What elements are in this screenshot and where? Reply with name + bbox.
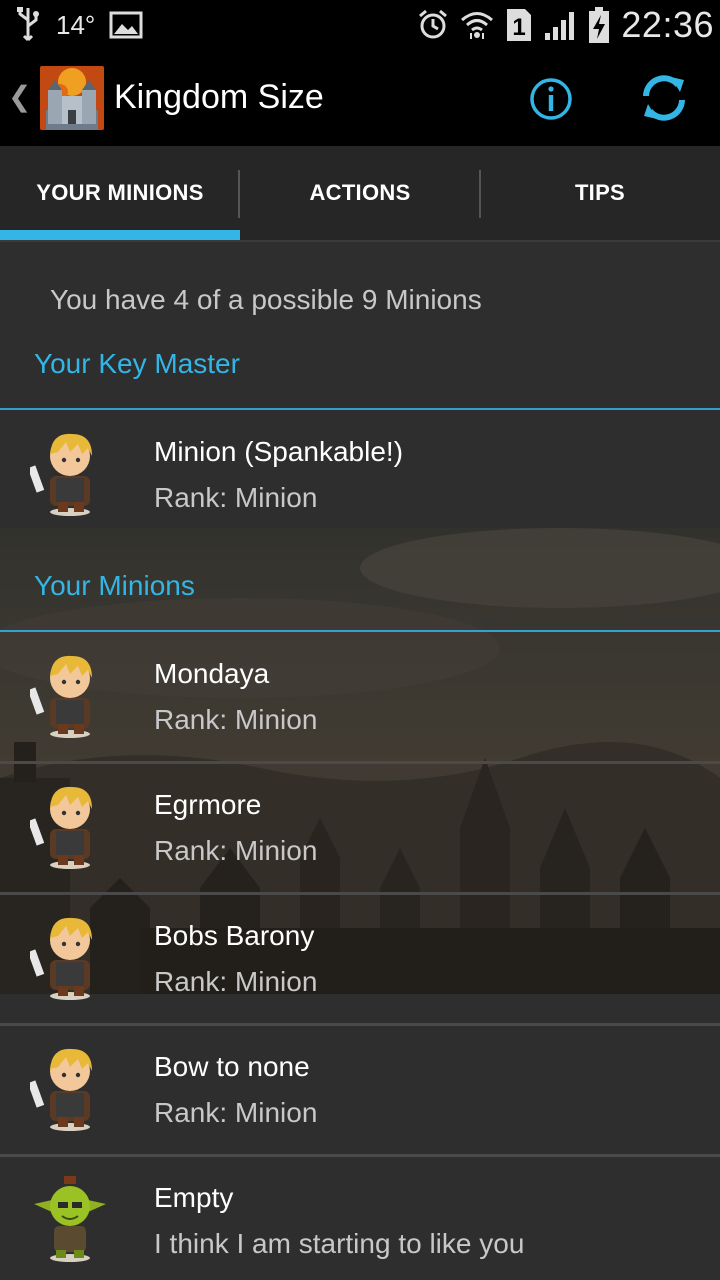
knight-avatar [30,655,92,738]
knight-avatar [30,1048,92,1131]
minion-count-summary: You have 4 of a possible 9 Minions [50,284,482,315]
minion-name: Bobs Barony [154,920,315,951]
tab-bar: YOUR MINIONS ACTIONS TIPS [0,146,720,242]
minion-name: Minion (Spankable!) [154,436,404,467]
section-header-minions: Your Minions [34,570,195,601]
tab-tips[interactable]: TIPS [480,146,720,240]
list-item[interactable]: Mondaya Rank: Minion [0,632,720,762]
minions-list[interactable]: You have 4 of a possible 9 Minions Your … [0,242,720,1280]
info-button[interactable] [528,76,574,126]
section-header-key-master: Your Key Master [34,348,240,379]
knight-avatar [30,433,92,516]
app-title: Kingdom Size [114,78,324,116]
minion-name: Egrmore [154,789,262,820]
clock: 22:36 [621,4,714,45]
knight-avatar [30,917,92,1000]
tab-actions[interactable]: ACTIONS [240,146,480,240]
refresh-button[interactable] [638,72,690,128]
image-icon [109,11,143,39]
status-bar: 14° 1 22:36 [0,0,720,50]
minion-name: Empty [154,1182,234,1213]
list-item[interactable]: Minion (Spankable!) Rank: Minion [0,410,720,540]
sim-number: 1 [513,14,526,41]
minion-rank: Rank: Minion [154,966,318,997]
minion-rank: Rank: Minion [154,1097,318,1128]
alarm-icon [417,9,449,41]
list-item[interactable]: Empty I think I am starting to like you [0,1156,720,1280]
knight-avatar [30,786,92,869]
tab-your-minions[interactable]: YOUR MINIONS [0,146,240,240]
action-bar: ❮ Kingdom Size [0,50,720,146]
usb-icon [14,6,42,44]
temperature-text: 14° [56,9,96,40]
tab-divider [238,170,240,218]
minion-name: Bow to none [154,1051,310,1082]
wifi-icon [459,9,495,41]
minion-rank: Rank: Minion [154,704,318,735]
tab-divider [479,170,481,218]
minion-name: Mondaya [154,658,270,689]
battery-charging-icon [587,6,611,44]
minion-status: I think I am starting to like you [154,1228,525,1259]
app-castle-icon[interactable] [40,66,104,130]
info-icon [530,78,572,120]
refresh-icon [643,75,685,121]
sim-icon: 1 [505,7,533,43]
signal-icon [543,9,577,41]
list-item[interactable]: Bobs Barony Rank: Minion [0,894,720,1024]
goblin-avatar [34,1176,106,1262]
list-item[interactable]: Egrmore Rank: Minion [0,763,720,893]
minion-rank: Rank: Minion [154,482,318,513]
up-caret-icon[interactable]: ❮ [8,80,31,113]
list-item[interactable]: Bow to none Rank: Minion [0,1025,720,1155]
minion-rank: Rank: Minion [154,835,318,866]
